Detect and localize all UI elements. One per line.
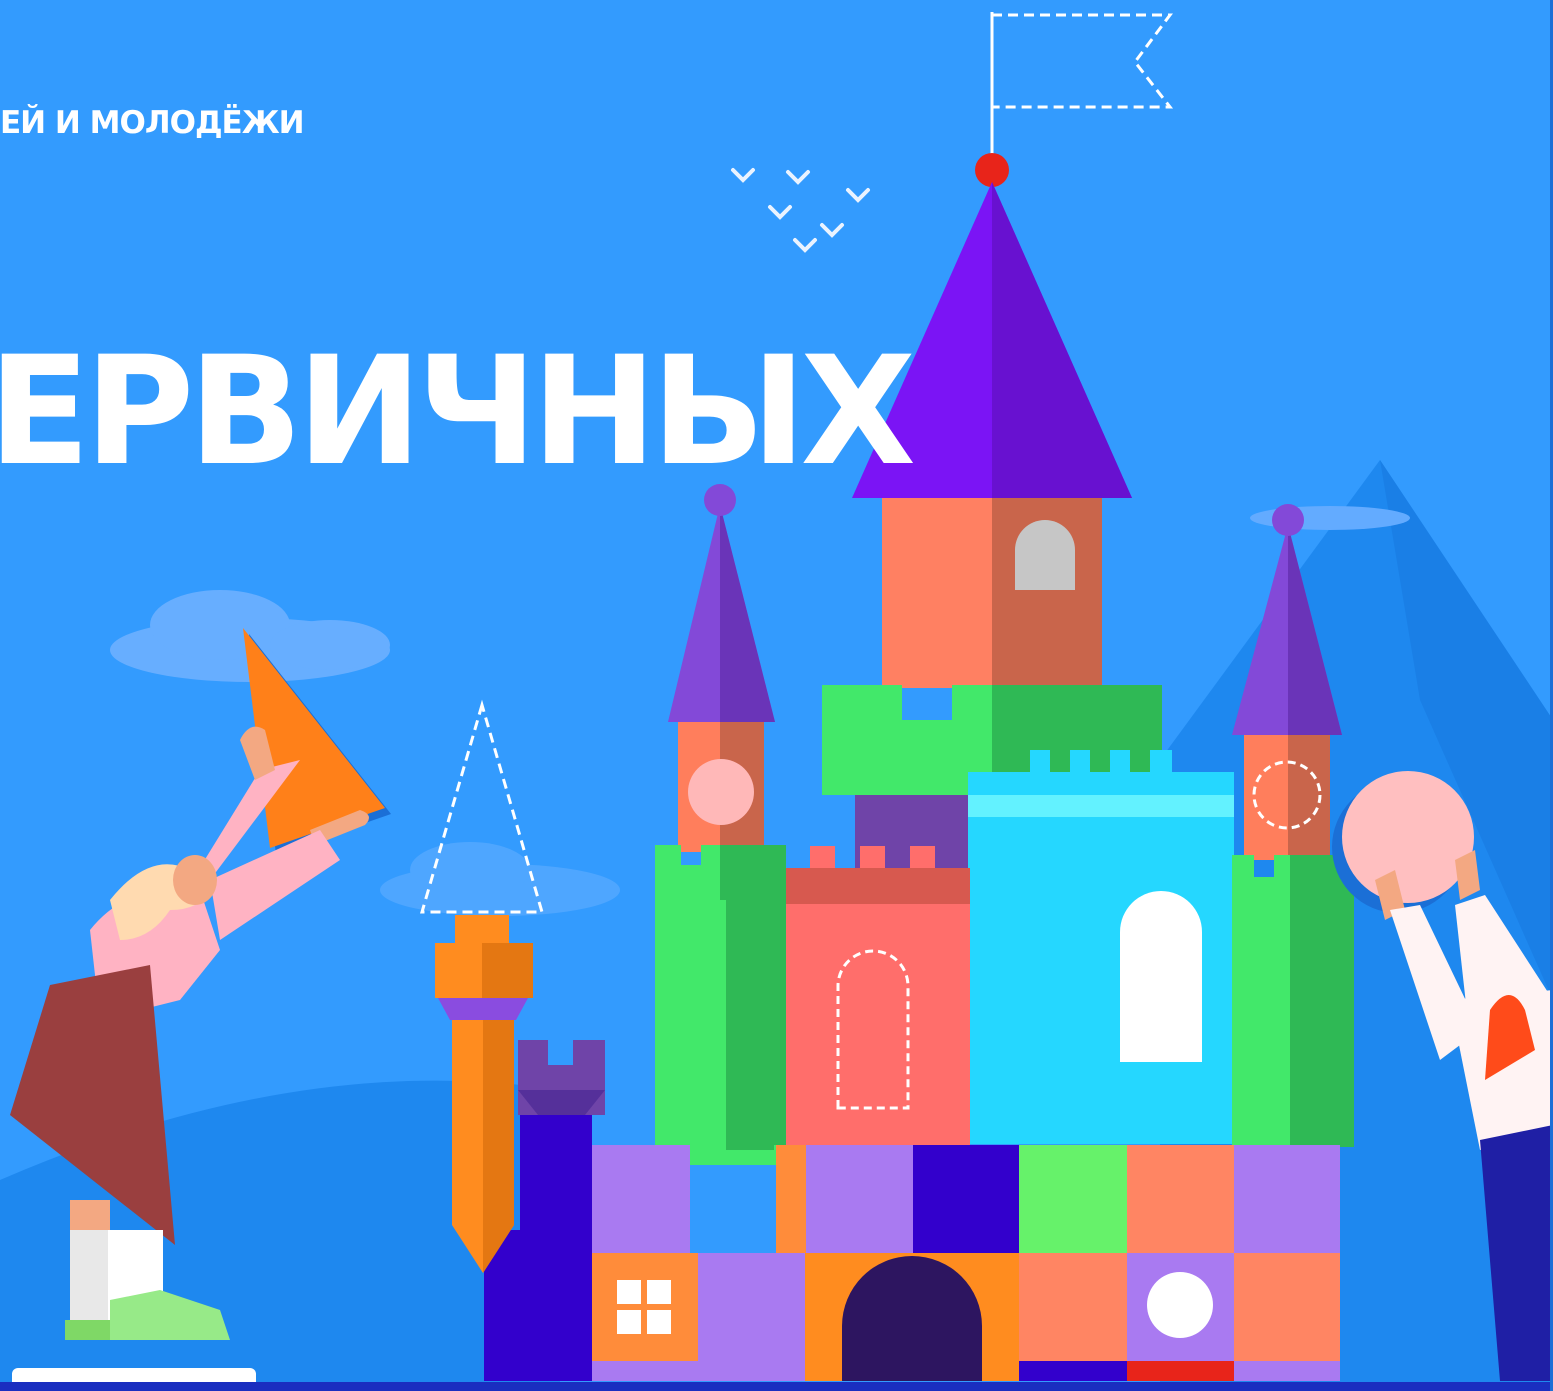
flag-outline-icon (990, 12, 1174, 160)
bottom-bar (0, 1382, 1553, 1391)
organization-name: ЕЙ И МОЛОДЁЖИ (0, 105, 305, 141)
page-title: ЕРВИЧНЫХ (0, 325, 916, 499)
cloud-middle (380, 842, 620, 916)
block-grid (590, 1145, 1340, 1381)
birds-icon (731, 168, 870, 253)
castle-illustration (0, 12, 1553, 1391)
bottom-white-tab[interactable] (12, 1368, 256, 1382)
